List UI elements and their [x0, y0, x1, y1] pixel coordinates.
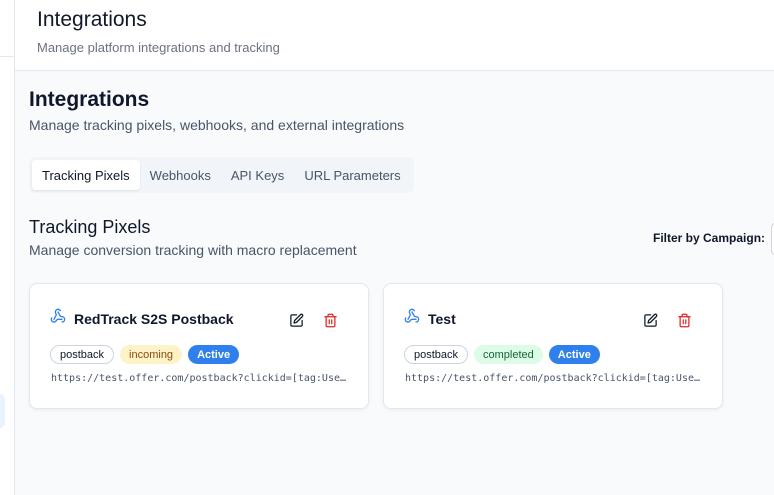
- filter-campaign-label: Filter by Campaign:: [653, 231, 766, 245]
- pixel-actions: [288, 312, 338, 328]
- pixel-actions: [642, 312, 692, 328]
- pixel-card-header: RedTrack S2S Postback: [50, 308, 234, 329]
- header-title: Integrations: [37, 8, 147, 31]
- status-badge: Active: [548, 345, 600, 364]
- edit-icon[interactable]: [288, 312, 304, 328]
- sidebar-divider: [0, 56, 14, 57]
- top-header: Integrations Manage platform integration…: [15, 0, 774, 71]
- section-title: Tracking Pixels: [29, 217, 151, 237]
- pixel-card: Test postback completed Active https://t…: [383, 283, 723, 409]
- type-badge: postback: [404, 345, 469, 364]
- main-content: Integrations Manage tracking pixels, web…: [15, 71, 774, 495]
- type-badge: postback: [50, 345, 115, 364]
- tab-webhooks[interactable]: Webhooks: [140, 160, 221, 190]
- integration-tabs: Tracking Pixels Webhooks API Keys URL Pa…: [29, 157, 414, 193]
- trash-icon[interactable]: [322, 312, 338, 328]
- pixel-name: Test: [428, 310, 456, 327]
- page-subtitle: Manage tracking pixels, webhooks, and ex…: [29, 117, 405, 133]
- pixel-url: https://test.offer.com/postback?clickid=…: [51, 373, 349, 384]
- pixel-name: RedTrack S2S Postback: [74, 310, 234, 327]
- page-title: Integrations: [29, 88, 150, 111]
- pixel-badges: postback completed Active: [404, 345, 600, 364]
- sidebar-active-item[interactable]: [0, 394, 5, 428]
- trash-icon[interactable]: [676, 312, 692, 328]
- header-subtitle: Manage platform integrations and trackin…: [37, 40, 280, 55]
- pixel-card-header: Test: [404, 308, 456, 329]
- section-subtitle: Manage conversion tracking with macro re…: [29, 242, 357, 258]
- event-badge: completed: [474, 345, 543, 364]
- pixel-card: RedTrack S2S Postback postback incoming …: [29, 283, 369, 409]
- tab-url-parameters[interactable]: URL Parameters: [294, 160, 410, 190]
- sidebar: [0, 0, 15, 495]
- tab-api-keys[interactable]: API Keys: [221, 160, 294, 190]
- edit-icon[interactable]: [642, 312, 658, 328]
- status-badge: Active: [188, 345, 240, 364]
- tab-tracking-pixels[interactable]: Tracking Pixels: [32, 160, 140, 190]
- event-badge: incoming: [120, 345, 183, 364]
- pixel-url: https://test.offer.com/postback?clickid=…: [405, 373, 703, 384]
- pixel-badges: postback incoming Active: [50, 345, 240, 364]
- webhook-icon: [404, 308, 420, 329]
- webhook-icon: [50, 308, 66, 329]
